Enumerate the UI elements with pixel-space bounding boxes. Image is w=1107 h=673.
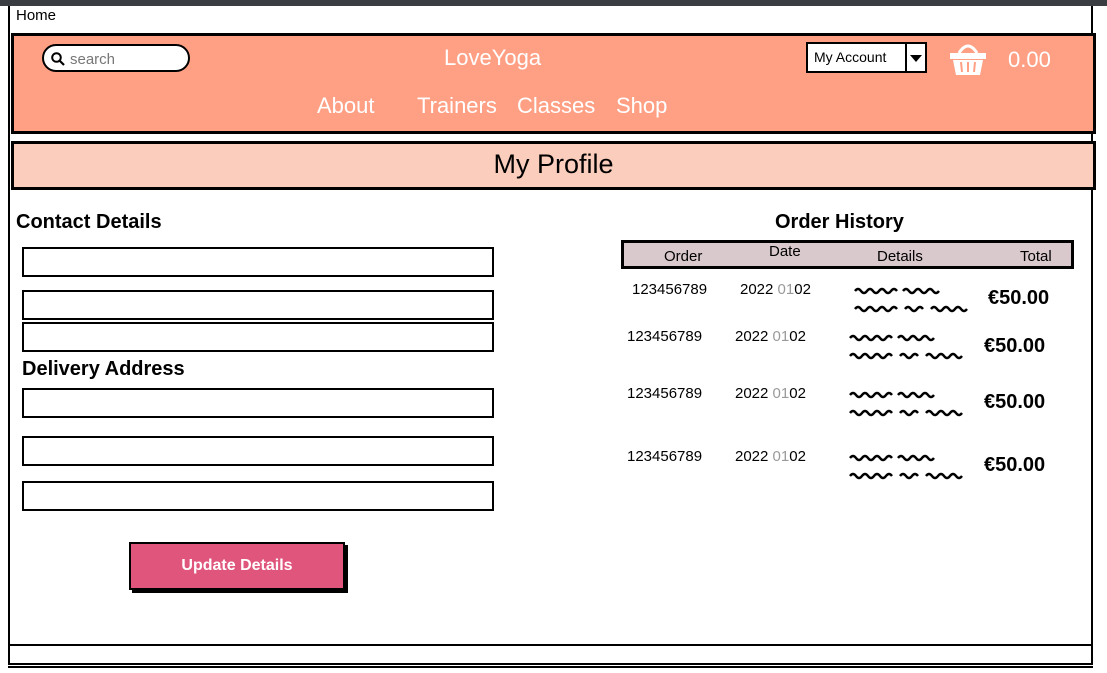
cart-total: 0.00: [1008, 47, 1051, 72]
contact-details-heading: Contact Details: [16, 211, 162, 233]
brand-logo[interactable]: LoveYoga: [444, 45, 541, 71]
order-total: €50.00: [984, 454, 1046, 476]
order-total: €50.00: [988, 287, 1050, 309]
scribble-details-icon: [854, 287, 968, 313]
chevron-down-icon[interactable]: [905, 44, 925, 71]
nav-about[interactable]: About: [317, 93, 375, 119]
site-header: LoveYoga About Trainers Classes Shop My …: [11, 33, 1096, 134]
page-title: My Profile: [493, 149, 614, 179]
scribble-details-icon: [849, 454, 963, 480]
update-details-button[interactable]: Update Details: [129, 542, 345, 590]
order-number: 123456789: [627, 448, 703, 465]
order-row[interactable]: 123456789 2022 0102 €50.00: [0, 328, 1107, 368]
page-title-bar: My Profile: [11, 141, 1096, 190]
search-icon: [51, 52, 65, 66]
scribble-details-icon: [849, 391, 963, 417]
order-table-header: Order Date Details Total: [621, 240, 1074, 269]
column-total: Total: [1020, 248, 1052, 265]
account-label: My Account: [814, 49, 887, 65]
order-row[interactable]: 123456789 2022 0102 €50.00: [0, 281, 1107, 321]
basket-icon: [950, 44, 986, 75]
column-date: Date: [769, 243, 801, 260]
column-order: Order: [664, 248, 703, 265]
order-history-heading: Order History: [775, 211, 904, 233]
order-row[interactable]: 123456789 2022 0102 €50.00: [0, 448, 1107, 488]
order-number: 123456789: [632, 281, 708, 298]
contact-field-1[interactable]: [22, 247, 494, 277]
search-box[interactable]: [42, 44, 190, 72]
cart-button[interactable]: [948, 41, 988, 82]
order-date: 2022 0102: [735, 385, 806, 402]
order-date: 2022 0102: [735, 448, 806, 465]
order-total: €50.00: [984, 391, 1046, 413]
search-input[interactable]: [68, 48, 182, 70]
order-number: 123456789: [627, 385, 703, 402]
breadcrumb-home[interactable]: Home: [16, 7, 56, 24]
order-number: 123456789: [627, 328, 703, 345]
account-dropdown[interactable]: My Account: [806, 42, 927, 73]
nav-trainers[interactable]: Trainers: [417, 93, 497, 119]
nav-shop[interactable]: Shop: [616, 93, 667, 119]
order-date: 2022 0102: [735, 328, 806, 345]
order-date: 2022 0102: [740, 281, 811, 298]
nav-classes[interactable]: Classes: [517, 93, 595, 119]
column-details: Details: [877, 248, 923, 265]
order-total: €50.00: [984, 335, 1046, 357]
page-footer: [8, 644, 1093, 668]
order-row[interactable]: 123456789 2022 0102 €50.00: [0, 385, 1107, 425]
scribble-details-icon: [849, 334, 963, 360]
